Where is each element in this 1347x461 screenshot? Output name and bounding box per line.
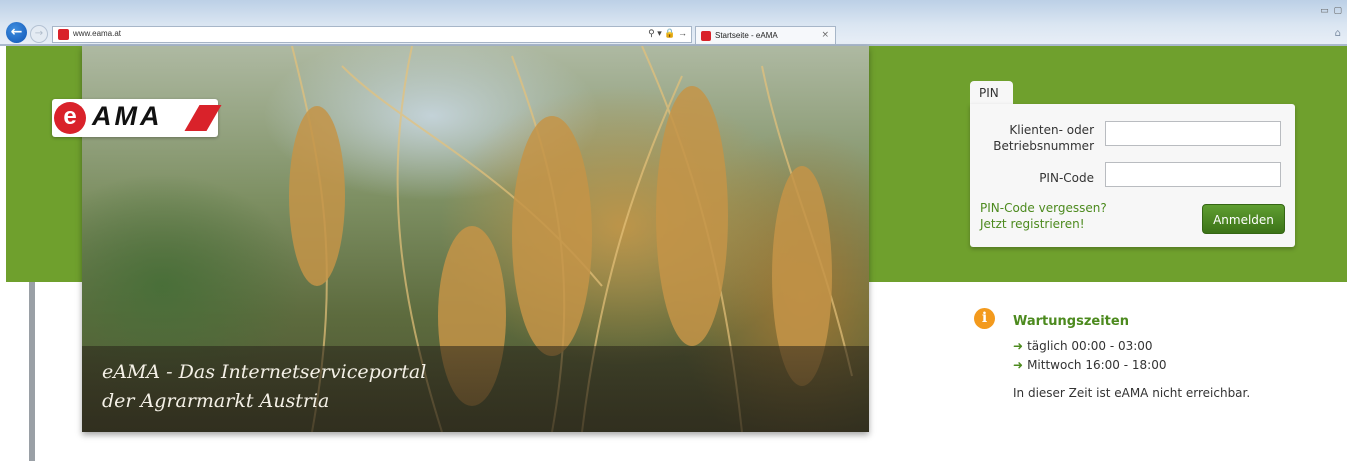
maintenance-daily: ➜ täglich 00:00 - 03:00	[1013, 339, 1153, 353]
info-icon: i	[974, 308, 995, 329]
arrow-right-icon: ➜	[1013, 339, 1024, 353]
hero-title-line2: der Agrarmarkt Austria	[102, 390, 330, 412]
logo-text: AMA	[92, 101, 163, 131]
back-arrow-icon[interactable]: ←	[6, 22, 27, 43]
pin-label: PIN-Code	[1039, 171, 1094, 185]
tab-pin[interactable]: PIN	[970, 81, 1013, 106]
forgot-pin-link[interactable]: PIN-Code vergessen?	[980, 201, 1107, 215]
arrow-right-icon: ➜	[1013, 358, 1024, 372]
address-bar[interactable]: www.eama.at ⚲ ▾ 🔒 →	[52, 26, 692, 43]
home-icon[interactable]: ⌂	[1335, 28, 1341, 39]
forward-arrow-icon[interactable]: →	[30, 25, 48, 43]
window-controls[interactable]: ▭ ▢	[1320, 6, 1343, 16]
maintenance-wednesday: ➜ Mittwoch 16:00 - 18:00	[1013, 358, 1166, 372]
left-divider	[29, 282, 35, 461]
hero-title-line1: eAMA - Das Internetserviceportal	[102, 361, 427, 383]
maintenance-note: In dieser Zeit ist eAMA nicht erreichbar…	[1013, 386, 1251, 400]
address-tools[interactable]: ⚲ ▾ 🔒 →	[648, 28, 687, 39]
login-form: Klienten- oder Betriebsnummer PIN-Code P…	[970, 104, 1295, 247]
client-number-input[interactable]	[1105, 121, 1281, 146]
login-button[interactable]: Anmelden	[1202, 204, 1285, 234]
browser-tab[interactable]: Startseite - eAMA ×	[695, 26, 836, 45]
address-url[interactable]: www.eama.at	[73, 29, 121, 38]
pin-input[interactable]	[1105, 162, 1281, 187]
maintenance-daily-text: täglich 00:00 - 03:00	[1027, 339, 1153, 353]
maintenance-wednesday-text: Mittwoch 16:00 - 18:00	[1027, 358, 1167, 372]
maintenance-title: Wartungszeiten	[1013, 314, 1129, 329]
register-link[interactable]: Jetzt registrieren!	[980, 217, 1085, 231]
client-label-line1: Klienten- oder	[1009, 123, 1094, 137]
browser-chrome: ← → www.eama.at ⚲ ▾ 🔒 → Startseite - eAM…	[0, 0, 1347, 46]
tab-title: Startseite - eAMA	[715, 31, 778, 40]
logo-slash-icon	[184, 105, 222, 131]
logo-e-icon: e	[54, 102, 86, 134]
favicon-icon	[701, 31, 711, 41]
client-number-label: Klienten- oder Betriebsnummer	[964, 122, 1094, 154]
close-icon[interactable]: ×	[821, 30, 829, 40]
eama-logo[interactable]: e AMA	[52, 99, 222, 137]
hero-title: eAMA - Das Internetserviceportal der Agr…	[102, 358, 426, 416]
favicon-icon	[58, 29, 69, 40]
client-label-line2: Betriebsnummer	[993, 139, 1094, 153]
